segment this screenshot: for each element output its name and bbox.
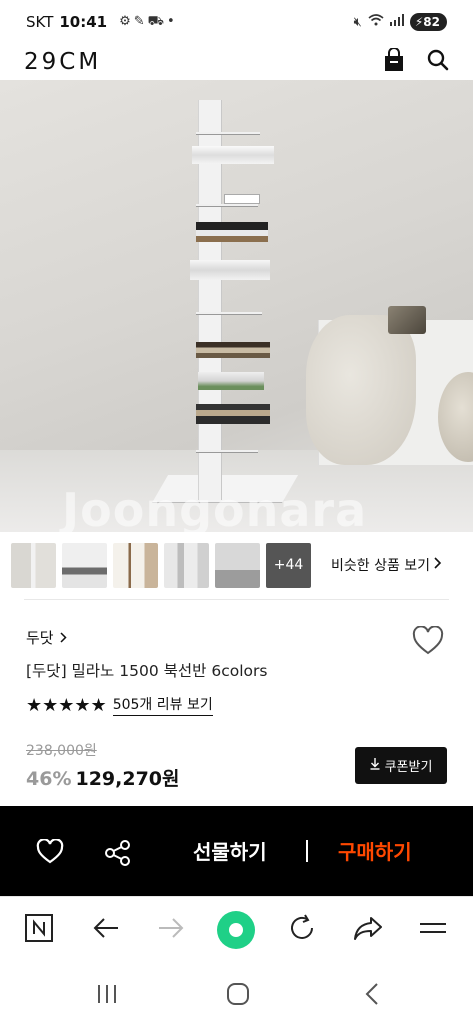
decor-object — [388, 306, 426, 334]
home-icon[interactable] — [226, 982, 250, 1010]
section-divider — [24, 599, 449, 600]
system-navigation-bar — [0, 964, 473, 1024]
star-rating: ★★★★★ — [26, 694, 107, 716]
status-bar: SKT 10:41 ⚙✎⛟• 🔇︎ ⚡82 — [0, 0, 473, 44]
shopping-bag-icon[interactable] — [383, 47, 405, 76]
chevron-right-icon — [60, 629, 67, 647]
brand-link[interactable]: 두닷 — [26, 627, 67, 648]
gift-button[interactable]: 선물하기 — [193, 836, 267, 865]
back-icon[interactable] — [362, 982, 382, 1010]
app-header: 29CM — [0, 44, 473, 80]
status-time: 10:41 — [59, 13, 108, 31]
signal-icon — [389, 14, 404, 30]
recent-apps-icon[interactable] — [95, 982, 119, 1010]
chevron-right-icon — [434, 557, 442, 573]
rating-row: ★★★★★ 505개 리뷰 보기 — [26, 694, 213, 716]
watermark: Joongonara — [62, 483, 368, 532]
heart-icon[interactable] — [36, 838, 64, 869]
naver-home-icon[interactable] — [24, 913, 54, 947]
similar-products-link[interactable]: 비슷한 상품 보기 — [331, 555, 442, 575]
thumbnail-5[interactable] — [215, 542, 260, 588]
carrier-label: SKT — [26, 13, 54, 31]
brand-logo[interactable]: 29CM — [24, 49, 101, 75]
action-divider — [306, 840, 308, 862]
browser-toolbar — [0, 896, 473, 964]
share-icon[interactable] — [104, 839, 132, 871]
thumbnail-2[interactable] — [62, 542, 107, 588]
price-row: 46% 129,270원 — [26, 764, 180, 791]
thumbnail-1[interactable] — [11, 542, 56, 588]
brand-name: 두닷 — [26, 629, 54, 647]
thumbnail-3[interactable] — [113, 542, 158, 588]
forward-arrow-icon[interactable] — [157, 913, 185, 947]
green-dot-button[interactable] — [217, 911, 255, 949]
thumbnail-4[interactable] — [164, 542, 209, 588]
decor-cloth — [306, 315, 416, 465]
back-arrow-icon[interactable] — [92, 913, 120, 947]
download-icon — [370, 757, 380, 774]
product-name: [두닷] 밀라노 1500 북선반 6colors — [26, 662, 268, 680]
sale-price: 129,270원 — [75, 768, 180, 790]
buy-button[interactable]: 구매하기 — [338, 836, 412, 865]
product-main-image[interactable]: Joongonara — [0, 80, 473, 532]
original-price: 238,000원 — [26, 743, 97, 759]
share-arrow-icon[interactable] — [352, 913, 384, 947]
battery-indicator: ⚡82 — [409, 13, 447, 31]
battery-level: 82 — [423, 15, 440, 29]
mute-icon: 🔇︎ — [353, 14, 362, 30]
reviews-link[interactable]: 505개 리뷰 보기 — [112, 694, 213, 716]
more-count: +44 — [273, 557, 304, 573]
thumbnail-strip: +44 비슷한 상품 보기 — [0, 540, 473, 590]
status-right: 🔇︎ ⚡82 — [354, 13, 447, 31]
thumbnail-more[interactable]: +44 — [266, 542, 311, 588]
wishlist-heart-icon[interactable] — [412, 625, 444, 660]
notification-icons: ⚙✎⛟• — [119, 13, 178, 29]
refresh-icon[interactable] — [287, 913, 317, 947]
discount-rate: 46% — [26, 768, 72, 790]
menu-icon[interactable] — [418, 913, 448, 947]
coupon-label: 쿠폰받기 — [384, 760, 433, 775]
search-icon[interactable] — [427, 49, 449, 75]
coupon-button[interactable]: 쿠폰받기 — [355, 747, 447, 784]
similar-products-label: 비슷한 상품 보기 — [331, 558, 431, 574]
wifi-icon — [368, 14, 384, 30]
